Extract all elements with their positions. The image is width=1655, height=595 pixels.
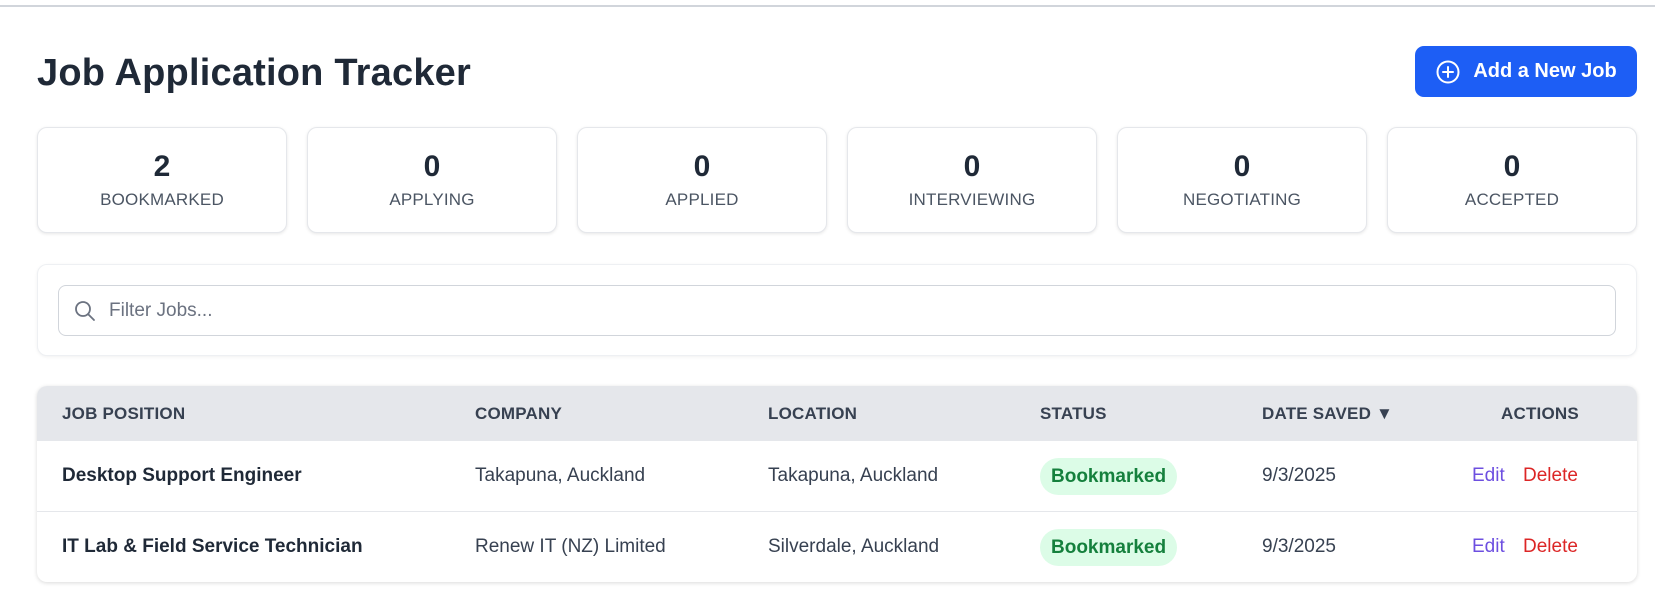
status-badge: Bookmarked bbox=[1040, 458, 1178, 495]
column-header-company[interactable]: COMPANY bbox=[475, 386, 562, 441]
table-row: Desktop Support Engineer Takapuna, Auckl… bbox=[37, 441, 1637, 511]
stat-label: BOOKMARKED bbox=[100, 190, 224, 209]
table-row: IT Lab & Field Service Technician Renew … bbox=[37, 511, 1637, 581]
job-position: Desktop Support Engineer bbox=[62, 465, 302, 486]
column-header-date-saved[interactable]: DATE SAVED ▼ bbox=[1262, 386, 1393, 441]
edit-link[interactable]: Edit bbox=[1472, 512, 1505, 582]
delete-link[interactable]: Delete bbox=[1523, 441, 1578, 511]
stat-value: 0 bbox=[963, 150, 981, 183]
delete-link[interactable]: Delete bbox=[1523, 512, 1578, 582]
filter-box bbox=[58, 285, 1616, 336]
column-header-position[interactable]: JOB POSITION bbox=[62, 386, 185, 441]
filter-jobs-input[interactable] bbox=[109, 299, 1589, 322]
add-job-button[interactable]: Add a New Job bbox=[1415, 46, 1637, 97]
stat-card-bookmarked: 2 BOOKMARKED bbox=[37, 127, 287, 233]
add-job-button-label: Add a New Job bbox=[1473, 60, 1617, 82]
stat-card-applied: 0 APPLIED bbox=[577, 127, 827, 233]
edit-link[interactable]: Edit bbox=[1472, 441, 1505, 511]
page-header: Job Application Tracker Add a New Job bbox=[37, 46, 1637, 102]
search-icon bbox=[73, 299, 97, 323]
stat-value: 0 bbox=[693, 150, 711, 183]
job-company: Takapuna, Auckland bbox=[475, 465, 646, 486]
job-date-saved: 9/3/2025 bbox=[1262, 536, 1336, 557]
stat-value: 0 bbox=[1503, 150, 1521, 183]
stat-label: INTERVIEWING bbox=[908, 190, 1036, 209]
stat-value: 0 bbox=[423, 150, 441, 183]
stat-label: ACCEPTED bbox=[1464, 190, 1560, 209]
column-header-location[interactable]: LOCATION bbox=[768, 386, 857, 441]
column-header-actions: ACTIONS bbox=[1501, 404, 1579, 423]
stat-value: 0 bbox=[1233, 150, 1251, 183]
job-date-saved: 9/3/2025 bbox=[1262, 465, 1336, 486]
stat-label: APPLYING bbox=[389, 190, 475, 209]
jobs-table: JOB POSITION COMPANY LOCATION STATUS DAT… bbox=[37, 386, 1637, 582]
plus-circle-icon bbox=[1435, 59, 1461, 85]
stat-card-accepted: 0 ACCEPTED bbox=[1387, 127, 1637, 233]
stat-card-negotiating: 0 NEGOTIATING bbox=[1117, 127, 1367, 233]
job-company: Renew IT (NZ) Limited bbox=[475, 536, 666, 557]
job-location: Takapuna, Auckland bbox=[768, 465, 939, 486]
status-badge: Bookmarked bbox=[1040, 529, 1178, 566]
job-location: Silverdale, Auckland bbox=[768, 536, 940, 557]
page-title: Job Application Tracker bbox=[37, 52, 471, 94]
top-divider bbox=[0, 5, 1655, 7]
status-summary: 2 BOOKMARKED 0 APPLYING 0 APPLIED 0 INTE… bbox=[37, 127, 1637, 235]
stat-card-interviewing: 0 INTERVIEWING bbox=[847, 127, 1097, 233]
column-header-status[interactable]: STATUS bbox=[1040, 386, 1107, 441]
stat-label: APPLIED bbox=[665, 190, 739, 209]
stat-card-applying: 0 APPLYING bbox=[307, 127, 557, 233]
filter-panel bbox=[37, 264, 1637, 356]
table-header: JOB POSITION COMPANY LOCATION STATUS DAT… bbox=[37, 386, 1637, 441]
stat-label: NEGOTIATING bbox=[1182, 190, 1302, 209]
job-position: IT Lab & Field Service Technician bbox=[62, 536, 363, 557]
stat-value: 2 bbox=[153, 150, 171, 183]
